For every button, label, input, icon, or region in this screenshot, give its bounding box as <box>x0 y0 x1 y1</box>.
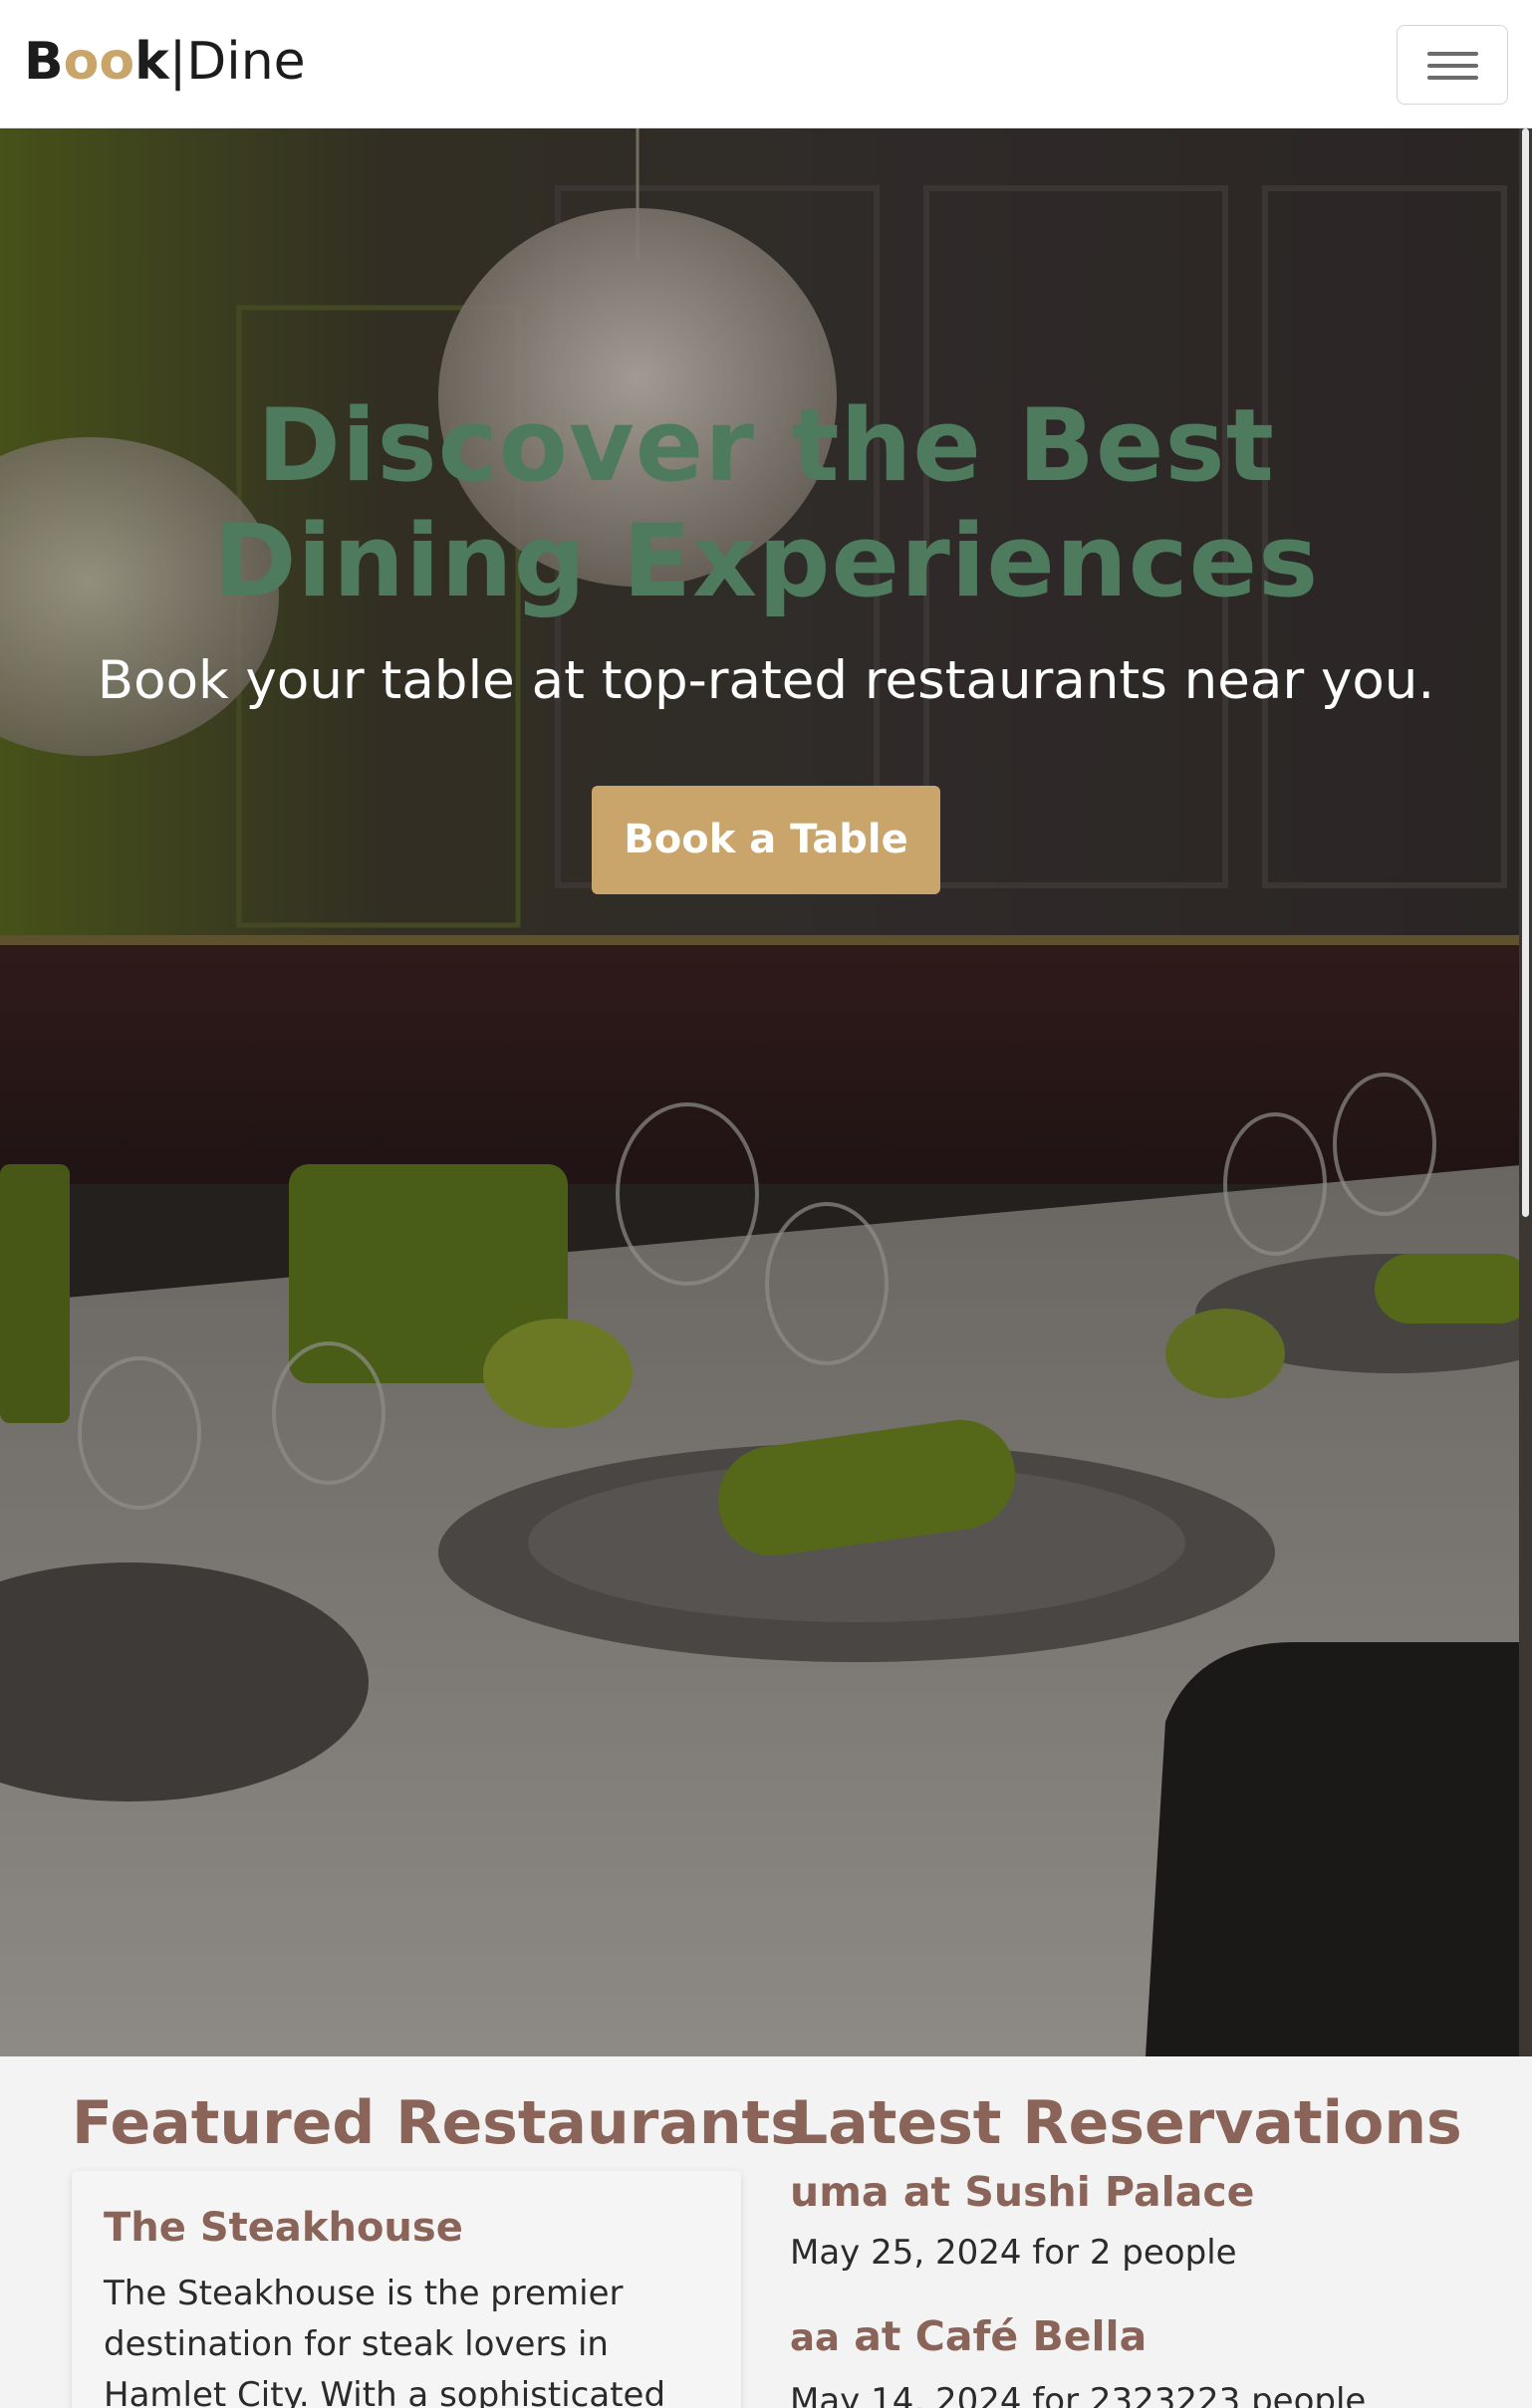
brand-letters-oo: oo <box>63 32 135 92</box>
featured-restaurants-heading: Featured Restaurants <box>72 2088 806 2158</box>
reservation-at: at <box>889 2168 965 2216</box>
book-a-table-button[interactable]: Book a Table <box>592 786 940 894</box>
latest-reservations-heading: Latest Reservations <box>790 2088 1462 2158</box>
navbar: Book|Dine <box>0 0 1532 128</box>
brand-separator: | <box>168 32 187 92</box>
reservation-at: at <box>839 2312 915 2360</box>
reservation-item: uma at Sushi Palace May 25, 2024 for 2 p… <box>790 2166 1255 2276</box>
restaurant-card-title[interactable]: The Steakhouse <box>104 2203 463 2253</box>
restaurant-card-description: The Steakhouse is the premier destinatio… <box>104 2274 666 2408</box>
reservation-restaurant: Sushi Palace <box>964 2168 1255 2216</box>
reservation-item: aa at Café Bella May 14, 2024 for 232322… <box>790 2310 1366 2408</box>
reservation-detail: May 25, 2024 for 2 people <box>790 2233 1237 2273</box>
hero-title: Discover the Best Dining Experiences <box>212 386 1320 619</box>
reservation-guest: uma <box>790 2168 890 2216</box>
reservation-guest: aa <box>790 2316 840 2359</box>
reservation-title: aa at Café Bella <box>790 2310 1366 2364</box>
navbar-toggler-button[interactable] <box>1397 25 1508 105</box>
hero-subtitle: Book your table at top-rated restaurants… <box>97 650 1435 711</box>
page-scrollbar[interactable] <box>1519 128 1532 2056</box>
reservation-restaurant: Café Bella <box>914 2312 1148 2360</box>
content-section: Featured Restaurants The Steakhouse The … <box>0 2056 1532 2408</box>
brand-logo[interactable]: Book|Dine <box>24 30 306 94</box>
scrollbar-thumb[interactable] <box>1522 128 1529 1217</box>
hero-section: Discover the Best Dining Experiences Boo… <box>0 128 1532 2056</box>
brand-word-dine: Dine <box>186 32 306 92</box>
restaurant-card[interactable]: The Steakhouse The Steakhouse is the pre… <box>72 2171 741 2408</box>
reservation-title: uma at Sushi Palace <box>790 2166 1255 2218</box>
brand-letter-k: k <box>134 32 169 92</box>
reservation-detail: May 14, 2024 for 2323223 people <box>790 2381 1367 2408</box>
brand-letter-b: B <box>24 32 64 92</box>
